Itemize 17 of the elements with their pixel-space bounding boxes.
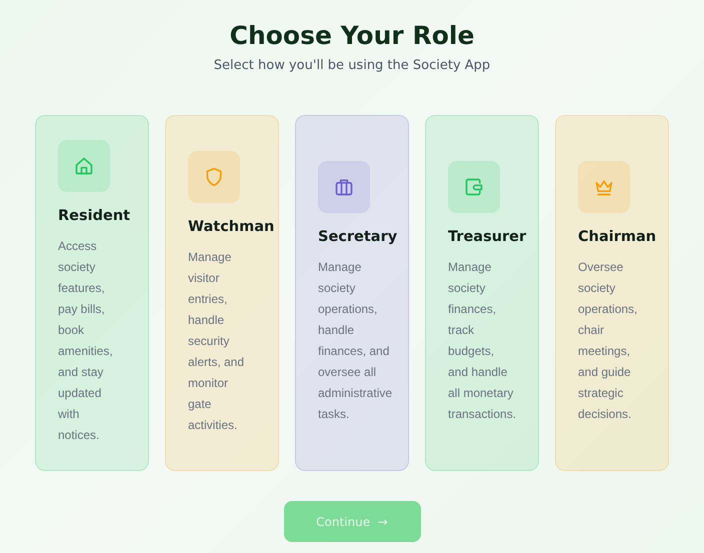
role-description: Oversee society operations, chair meetings, and guide strategic decisions. — [578, 259, 638, 423]
page-title: Choose Your Role — [230, 20, 474, 52]
role-description: Manage visitor entries, handle security alerts, and monitor gate activities. — [188, 248, 246, 434]
role-card[interactable]: Chairman Oversee society operations, chair meetings, and guide strategic decisions. — [555, 115, 669, 471]
role-name: Secretary — [318, 229, 398, 245]
role-card[interactable]: Treasurer Manage society finances, track budgets, and handle all monetary transactions. — [425, 115, 539, 471]
role-name: Watchman — [188, 218, 274, 234]
role-description: Manage society operations, handle finances, and oversee all administrative tasks. — [318, 259, 392, 423]
role-name: Resident — [58, 208, 132, 224]
role-name: Treasurer — [448, 229, 528, 245]
page-subtitle: Select how you'll be using the Society App — [214, 58, 490, 73]
role-card[interactable]: Watchman Manage visitor entries, handle security alerts, and monitor gate activities. — [165, 115, 279, 471]
role-description: Manage society finances, track budgets, and handle all monetary transactions. — [448, 259, 516, 423]
role-card[interactable]: Resident Access society features, pay bills, book amenities, and stay updated with notices. — [35, 115, 149, 471]
role-description: Access society features, pay bills, book amenities, and stay updated with notices. — [58, 238, 114, 444]
role-card[interactable]: Secretary Manage society operations, handle finances, and oversee all administrative tasks. — [295, 115, 409, 471]
role-name: Chairman — [578, 229, 658, 245]
